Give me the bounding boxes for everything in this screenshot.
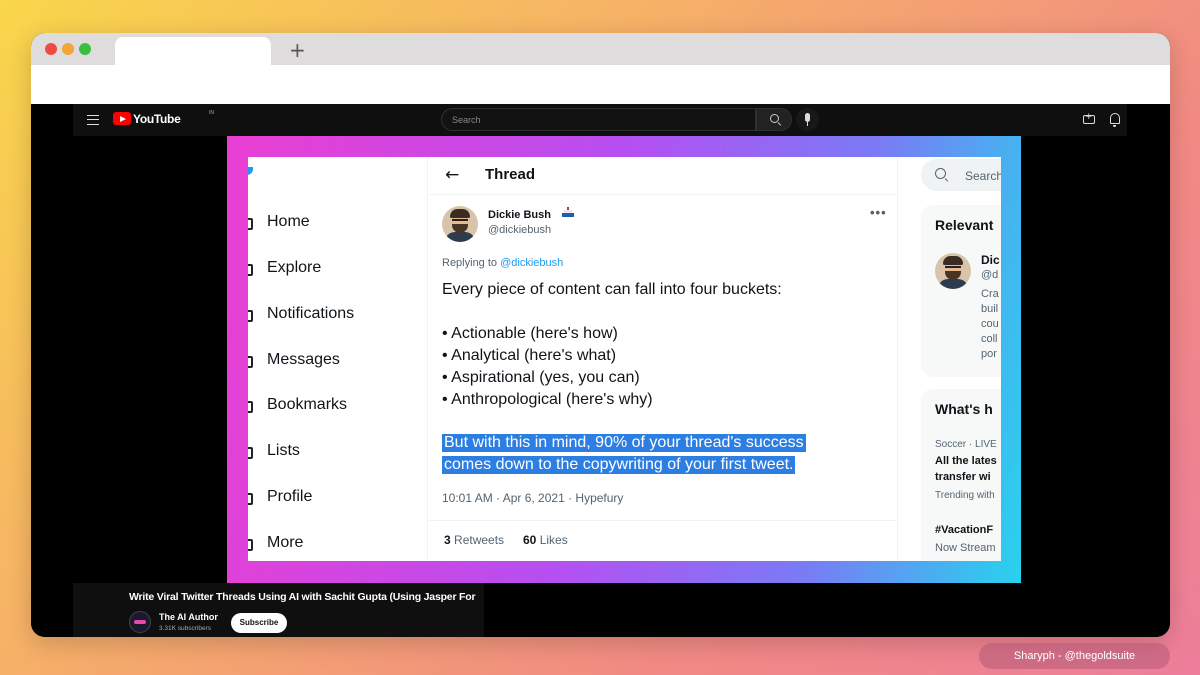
nav-profile[interactable]: Profile xyxy=(267,488,312,506)
notifications-icon xyxy=(248,310,253,322)
nav-messages[interactable]: Messages xyxy=(267,351,340,369)
author-name[interactable]: Dickie Bush xyxy=(488,209,551,221)
explore-icon xyxy=(248,264,253,276)
more-options-icon[interactable]: ••• xyxy=(870,205,887,220)
tweet-bullet-3: • Aspirational (yes, you can) xyxy=(442,369,640,386)
highlighted-text-line-1[interactable]: But with this in mind, 90% of your threa… xyxy=(442,434,806,452)
search-icon xyxy=(935,168,946,179)
youtube-brand[interactable]: YouTube xyxy=(133,112,181,126)
retweets-stat[interactable]: 3 Retweets xyxy=(444,533,504,547)
retweets-label: Retweets xyxy=(450,533,505,547)
create-video-icon[interactable] xyxy=(1083,112,1095,124)
tab-strip: + xyxy=(31,33,1170,65)
microphone-icon xyxy=(805,113,810,122)
youtube-search-button[interactable] xyxy=(756,108,792,131)
trend-category: Soccer · LIVE xyxy=(935,439,997,450)
whats-happening-card: What's h Soccer · LIVE All the lates tra… xyxy=(921,389,1001,561)
close-window-button[interactable] xyxy=(45,43,57,55)
relevant-bio-line: buil xyxy=(981,303,999,315)
relevant-name[interactable]: Dic xyxy=(981,253,1000,267)
minimize-window-button[interactable] xyxy=(62,43,74,55)
tweet-bullet-1: • Actionable (here's how) xyxy=(442,325,618,342)
video-title[interactable]: Write Viral Twitter Threads Using AI wit… xyxy=(129,591,476,603)
video-info: Write Viral Twitter Threads Using AI wit… xyxy=(73,583,484,637)
trend-hashtag[interactable]: #VacationF xyxy=(935,524,993,536)
trend-subtitle: Trending with xyxy=(935,490,995,501)
relevant-people-card: Relevant Dic @d Cra buil cou coll por xyxy=(921,205,1001,377)
nav-notifications[interactable]: Notifications xyxy=(267,305,354,323)
address-bar[interactable] xyxy=(31,65,1170,104)
video-player[interactable]: Home Explore Notifications Messages Book… xyxy=(227,136,1021,583)
likes-label: Likes xyxy=(536,533,568,547)
nav-explore[interactable]: Explore xyxy=(267,259,321,277)
channel-avatar[interactable] xyxy=(129,611,151,633)
youtube-search-input[interactable]: Search xyxy=(441,108,756,131)
new-tab-button[interactable]: + xyxy=(289,38,306,62)
notifications-bell-icon[interactable] xyxy=(1110,113,1120,127)
twitter-logo-icon xyxy=(248,167,253,175)
trend-title-line[interactable]: transfer wi xyxy=(935,471,991,483)
lists-icon xyxy=(248,447,253,459)
back-arrow-icon[interactable]: ← xyxy=(445,165,459,185)
maximize-window-button[interactable] xyxy=(79,43,91,55)
tweet-timestamp[interactable]: 10:01 AM · Apr 6, 2021 · Hypefury xyxy=(442,491,623,505)
ship-emoji-icon xyxy=(562,207,574,217)
twitter-screenshot: Home Explore Notifications Messages Book… xyxy=(248,157,1001,561)
more-icon xyxy=(248,539,253,551)
messages-icon xyxy=(248,356,253,368)
relevant-bio-line: Cra xyxy=(981,288,999,300)
likes-count: 60 xyxy=(523,533,537,547)
replying-to-prefix: Replying to xyxy=(442,257,501,269)
author-avatar[interactable] xyxy=(442,206,478,242)
relevant-bio-line: cou xyxy=(981,318,999,330)
relevant-bio-line: por xyxy=(981,348,997,360)
nav-lists[interactable]: Lists xyxy=(267,442,300,460)
nav-more[interactable]: More xyxy=(267,534,303,552)
tweet-bullet-2: • Analytical (here's what) xyxy=(442,347,617,364)
page-viewport: YouTube IN Search Home xyxy=(31,104,1170,637)
retweets-count: 3 xyxy=(444,533,451,547)
nav-bookmarks[interactable]: Bookmarks xyxy=(267,396,347,414)
twitter-search-input[interactable]: Search xyxy=(921,159,1001,191)
twitter-search-placeholder: Search xyxy=(965,169,1001,183)
voice-search-button[interactable] xyxy=(796,108,819,131)
thread-column: ← Thread Dickie Bush @dickiebush ••• Rep… xyxy=(429,157,898,561)
thread-title: Thread xyxy=(485,166,536,183)
trend-subtitle: Now Stream xyxy=(935,542,996,554)
credit-badge: Sharyph - @thegoldsuite xyxy=(979,643,1170,669)
hamburger-menu-icon[interactable] xyxy=(87,115,99,125)
profile-icon xyxy=(248,493,253,505)
whats-happening-title: What's h xyxy=(935,401,993,417)
relevant-bio-line: coll xyxy=(981,333,998,345)
channel-name[interactable]: The AI Author xyxy=(159,612,218,622)
microphone-stand xyxy=(807,122,808,126)
nav-home[interactable]: Home xyxy=(267,213,310,231)
country-code: IN xyxy=(209,110,214,116)
home-icon xyxy=(248,218,253,230)
likes-stat[interactable]: 60 Likes xyxy=(523,533,568,547)
youtube-logo-icon[interactable] xyxy=(113,112,131,125)
browser-tab[interactable] xyxy=(115,37,271,65)
subscribe-button[interactable]: Subscribe xyxy=(231,613,287,633)
thread-header: ← Thread xyxy=(429,157,897,195)
twitter-right-column: Search Relevant Dic @d Cra buil cou coll xyxy=(899,157,1001,561)
trend-title-line[interactable]: All the lates xyxy=(935,455,997,467)
relevant-handle[interactable]: @d xyxy=(981,269,998,281)
twitter-sidebar: Home Explore Notifications Messages Book… xyxy=(248,157,428,561)
browser-window: + YouTube IN Search + Home Explore Notif… xyxy=(31,33,1170,637)
author-handle[interactable]: @dickiebush xyxy=(488,224,551,236)
search-placeholder: Search xyxy=(452,115,481,125)
stats-divider xyxy=(429,520,897,521)
replying-to-handle[interactable]: @dickiebush xyxy=(500,257,563,269)
youtube-header: YouTube IN Search xyxy=(73,104,1127,136)
relevant-avatar[interactable] xyxy=(935,253,971,289)
highlighted-text-line-2[interactable]: comes down to the copywriting of your fi… xyxy=(442,456,796,474)
relevant-title: Relevant xyxy=(935,217,994,233)
bookmarks-icon xyxy=(248,401,253,413)
subscriber-count: 3.31K subscribers xyxy=(159,625,212,632)
search-icon xyxy=(770,114,779,123)
tweet-bullet-4: • Anthropological (here's why) xyxy=(442,391,653,408)
replying-to: Replying to @dickiebush xyxy=(442,257,563,269)
tweet-text-line: Every piece of content can fall into fou… xyxy=(442,281,782,298)
